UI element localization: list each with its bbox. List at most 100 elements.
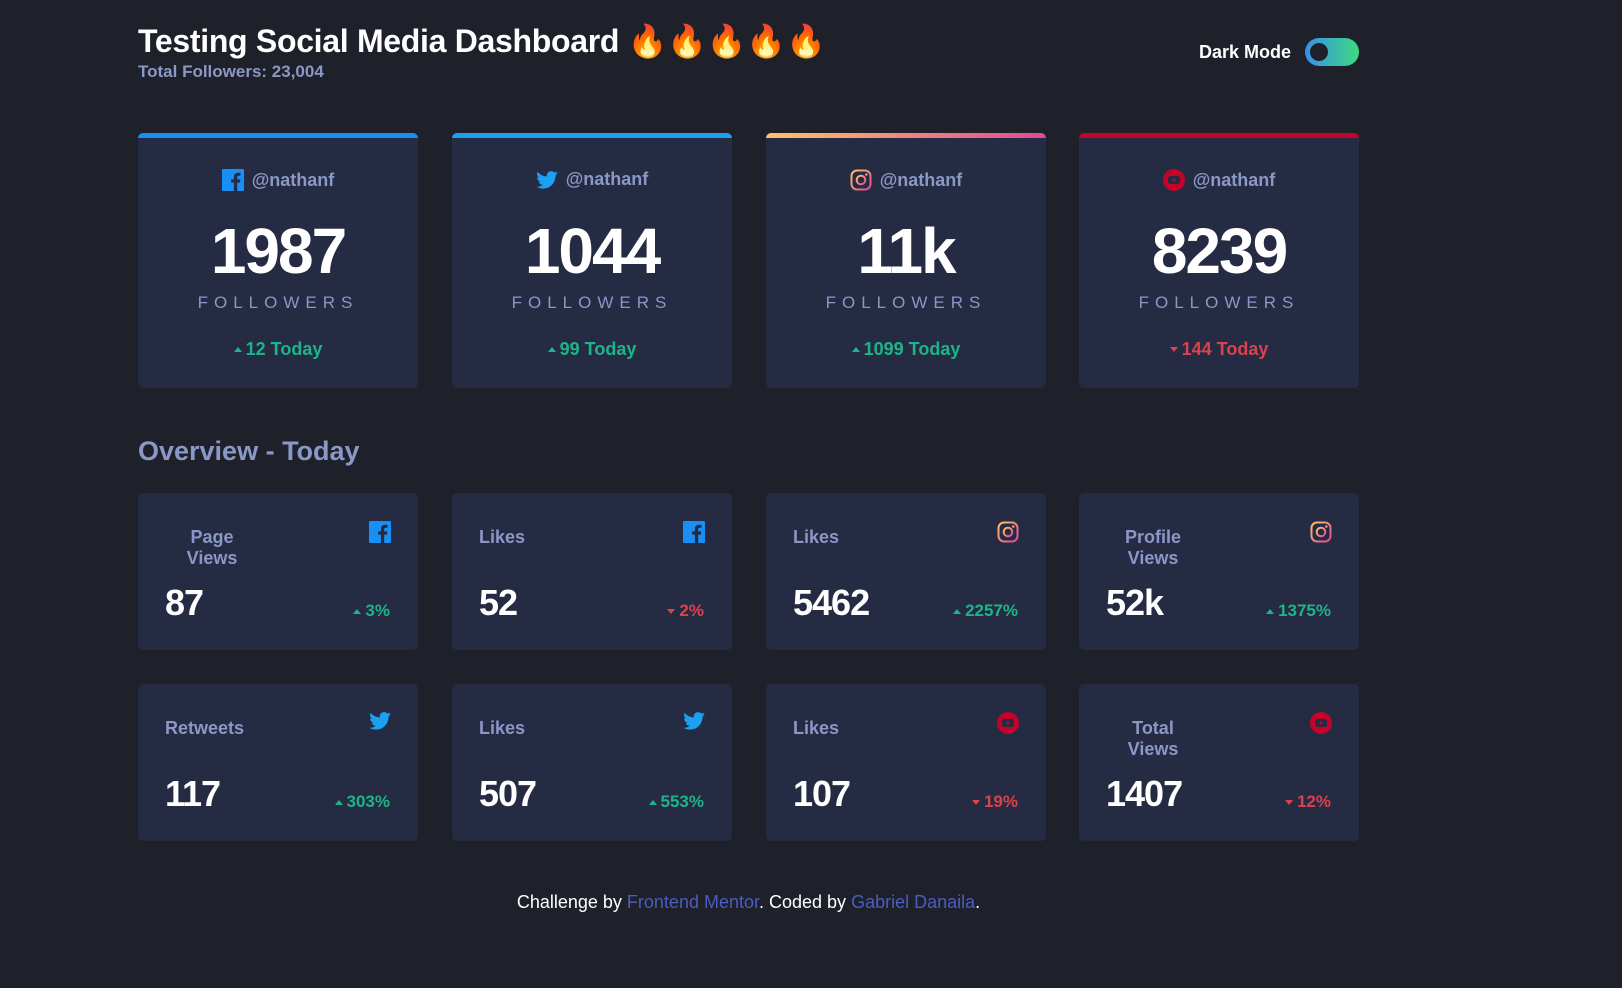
overview-percent-text: 2% <box>679 601 704 620</box>
followers-unit: FOLLOWERS <box>197 293 359 312</box>
today-change-text: 144 Today <box>1181 339 1269 359</box>
card-top-bar <box>1079 133 1359 138</box>
overview-percent-text: 1375% <box>1278 601 1331 620</box>
handle: @nathanf <box>1192 169 1276 190</box>
overview-value: 117 <box>165 773 221 814</box>
overview-value: 52k <box>1106 582 1164 623</box>
follower-count: 1987 <box>210 215 347 287</box>
arrow-up-icon <box>547 347 556 352</box>
overview-percent-text: 19% <box>983 792 1018 811</box>
overview-percent: 2% <box>667 601 704 621</box>
today-change: 99 Today <box>452 339 732 360</box>
handle-row: @nathanf <box>452 169 732 190</box>
overview-percent: 1375% <box>1266 601 1331 621</box>
twitter-icon <box>683 712 705 730</box>
today-change-text: 99 Today <box>559 339 637 359</box>
handle: @nathanf <box>251 169 335 190</box>
followers-unit: FOLLOWERS <box>511 293 673 312</box>
arrow-up-icon <box>851 347 860 352</box>
follower-count: 1044 <box>524 215 661 287</box>
overview-value: 107 <box>793 773 851 814</box>
overview-value: 507 <box>479 773 537 814</box>
instagram-icon <box>1310 521 1332 543</box>
facebook-icon <box>683 521 705 543</box>
arrow-up-icon <box>353 608 362 614</box>
page-title: Testing Social Media Dashboard 🔥🔥🔥🔥🔥 <box>138 23 826 59</box>
overview-label: Profile Views <box>1124 527 1181 568</box>
today-change: 1099 Today <box>766 339 1046 360</box>
arrow-down-icon <box>971 799 980 805</box>
dark-mode-toggle[interactable] <box>1305 38 1359 66</box>
twitter-icon <box>369 712 391 730</box>
overview-percent: 12% <box>1284 792 1331 812</box>
card-top-bar <box>766 133 1046 138</box>
follower-count: 8239 <box>1151 215 1288 287</box>
footer-suffix: . <box>975 892 981 912</box>
arrow-up-icon <box>648 799 657 805</box>
overview-card-instagram-likes[interactable]: Likes 5462 2257% <box>766 493 1046 650</box>
overview-value: 52 <box>479 582 518 623</box>
handle: @nathanf <box>565 169 649 189</box>
overview-card-facebook-likes[interactable]: Likes 52 2% <box>452 493 732 650</box>
overview-card-facebook-page-views[interactable]: Page Views 87 3% <box>138 493 418 650</box>
overview-percent-text: 553% <box>660 792 704 811</box>
follower-card-youtube[interactable]: @nathanf 8239 FOLLOWERS 144 Today <box>1079 133 1359 388</box>
youtube-icon <box>1162 169 1185 191</box>
overview-value: 87 <box>165 582 204 623</box>
overview-card-instagram-profile-views[interactable]: Profile Views 52k 1375% <box>1079 493 1359 650</box>
overview-label: Likes <box>793 527 840 547</box>
today-change-text: 12 Today <box>245 339 323 359</box>
twitter-icon <box>535 170 558 189</box>
today-change: 144 Today <box>1079 339 1359 360</box>
dashboard: Testing Social Media Dashboard 🔥🔥🔥🔥🔥 Tot… <box>138 0 1359 912</box>
follower-card-instagram[interactable]: @nathanf 11k FOLLOWERS 1099 Today <box>766 133 1046 388</box>
youtube-icon <box>1310 712 1332 734</box>
today-change: 12 Today <box>138 339 418 360</box>
dark-mode-control: Dark Mode <box>1199 38 1359 66</box>
overview-percent: 19% <box>971 792 1018 812</box>
today-change-text: 1099 Today <box>863 339 961 359</box>
arrow-down-icon <box>1169 347 1178 352</box>
arrow-up-icon <box>233 347 242 352</box>
instagram-icon <box>850 169 872 191</box>
header: Testing Social Media Dashboard 🔥🔥🔥🔥🔥 Tot… <box>138 0 1359 120</box>
overview-percent-text: 2257% <box>965 601 1018 620</box>
follower-card-facebook[interactable]: @nathanf 1987 FOLLOWERS 12 Today <box>138 133 418 388</box>
handle: @nathanf <box>879 169 963 190</box>
overview-label: Likes <box>793 718 840 738</box>
overview-percent-text: 303% <box>346 792 390 811</box>
footer-prefix: Challenge by <box>516 892 627 912</box>
arrow-down-icon <box>1284 799 1293 805</box>
overview-percent-text: 3% <box>365 601 390 620</box>
overview-card-youtube-total-views[interactable]: Total Views 1407 12% <box>1079 684 1359 841</box>
overview-value: 5462 <box>793 582 870 623</box>
overview-percent: 3% <box>353 601 390 621</box>
overview-label: Likes <box>479 527 526 547</box>
overview-label: Page Views <box>186 527 238 568</box>
instagram-icon <box>997 521 1019 543</box>
follower-card-twitter[interactable]: @nathanf 1044 FOLLOWERS 99 Today <box>452 133 732 388</box>
overview-card-twitter-retweets[interactable]: Retweets 117 303% <box>138 684 418 841</box>
card-top-bar <box>452 133 732 138</box>
overview-card-twitter-likes[interactable]: Likes 507 553% <box>452 684 732 841</box>
overview-percent: 553% <box>648 792 704 812</box>
handle-row: @nathanf <box>138 169 418 191</box>
arrow-up-icon <box>334 799 343 805</box>
frontend-mentor-link[interactable]: Frontend Mentor <box>627 892 759 912</box>
card-top-bar <box>138 133 418 138</box>
overview-card-youtube-likes[interactable]: Likes 107 19% <box>766 684 1046 841</box>
followers-unit: FOLLOWERS <box>1138 293 1300 312</box>
arrow-down-icon <box>667 608 676 614</box>
dark-mode-label: Dark Mode <box>1198 41 1291 62</box>
youtube-icon <box>997 712 1019 734</box>
overview-label: Total Views <box>1127 718 1179 759</box>
handle-row: @nathanf <box>766 169 1046 191</box>
followers-unit: FOLLOWERS <box>825 293 987 312</box>
toggle-knob <box>1310 43 1328 61</box>
overview-percent-text: 12% <box>1296 792 1331 811</box>
facebook-icon <box>221 169 244 191</box>
handle-row: @nathanf <box>1079 169 1359 191</box>
facebook-icon <box>369 521 391 543</box>
arrow-up-icon <box>953 608 962 614</box>
author-link[interactable]: Gabriel Danaila <box>851 892 975 912</box>
